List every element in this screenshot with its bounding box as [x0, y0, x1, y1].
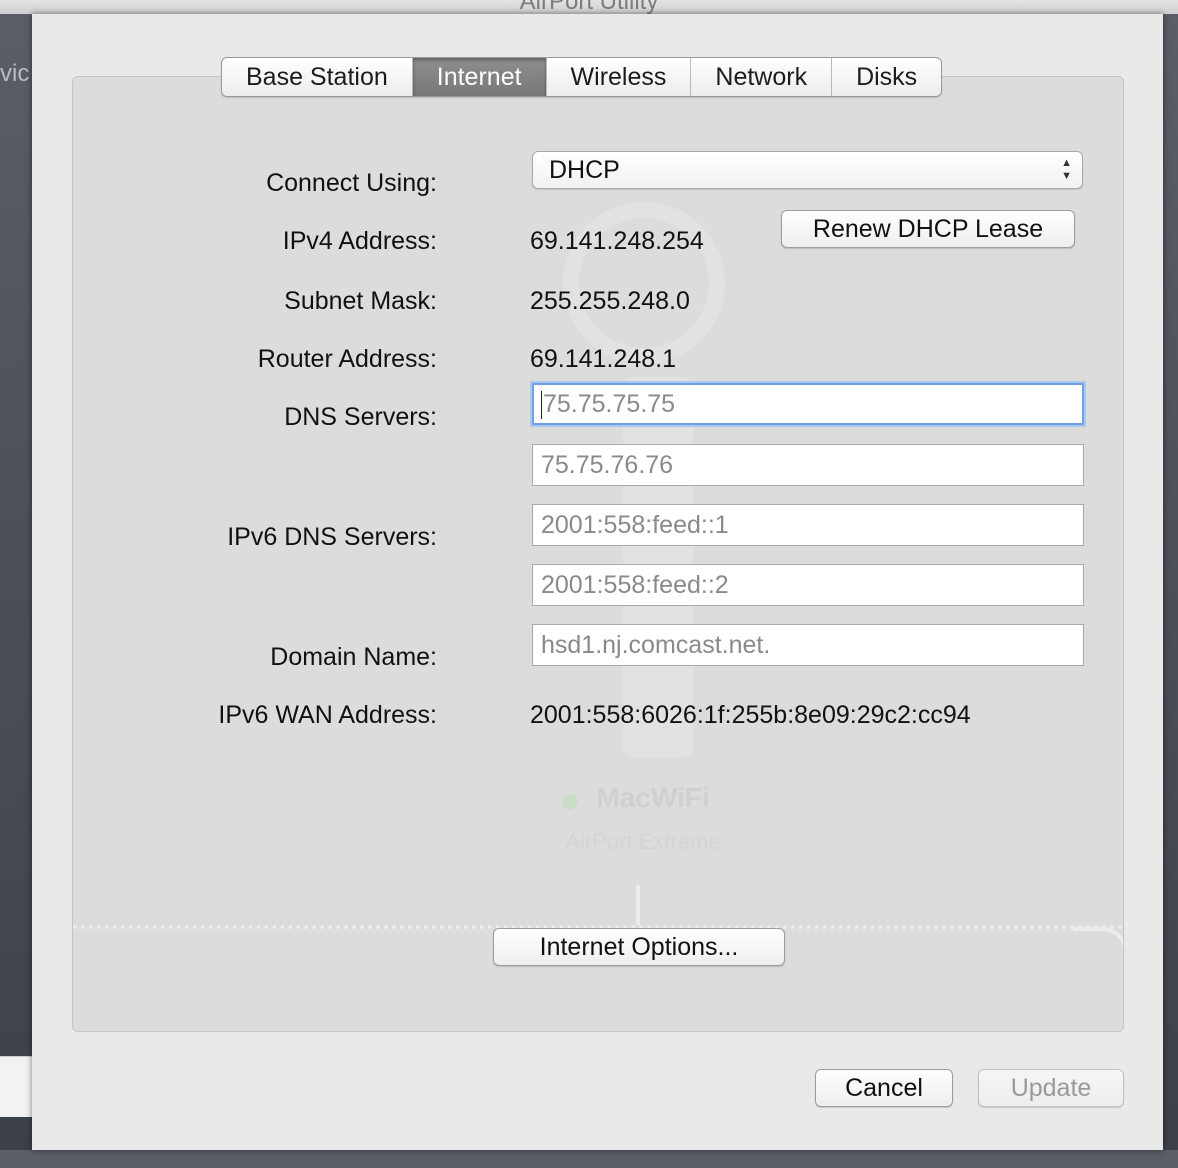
ipv6-dns-server-1-field[interactable]: 2001:558:feed::1: [532, 504, 1084, 546]
sidebar-label-fragment: vic: [0, 60, 30, 87]
tab-wireless[interactable]: Wireless: [547, 58, 692, 96]
router-address-label: Router Address:: [257, 345, 437, 373]
connect-using-label: Connect Using:: [266, 169, 437, 197]
background-link-corner: [1073, 927, 1123, 981]
dns-server-1-field[interactable]: 75.75.75.75: [532, 383, 1084, 425]
connect-using-select[interactable]: DHCP ▲ ▼: [532, 151, 1083, 189]
tab-base-station[interactable]: Base Station: [222, 58, 413, 96]
renew-dhcp-lease-button[interactable]: Renew DHCP Lease: [781, 210, 1075, 248]
window-title-bar: AirPort Utility: [0, 0, 1178, 15]
updown-arrows-icon: ▲ ▼: [1061, 157, 1072, 182]
subnet-mask-label: Subnet Mask:: [284, 287, 437, 315]
domain-name-label: Domain Name:: [270, 643, 437, 671]
internet-options-button[interactable]: Internet Options...: [493, 928, 785, 966]
ipv6-dns-server-2-value: 2001:558:feed::2: [541, 571, 729, 599]
tab-internet[interactable]: Internet: [412, 58, 547, 96]
ipv6-dns-server-1-value: 2001:558:feed::1: [541, 511, 729, 539]
ipv6-dns-server-2-field[interactable]: 2001:558:feed::2: [532, 564, 1084, 606]
dns-server-2-value: 75.75.76.76: [541, 451, 674, 479]
background-device-model: AirPort Extreme: [565, 829, 721, 854]
dns-server-1-value: 75.75.75.75: [543, 390, 676, 418]
ipv6-dns-servers-label: IPv6 DNS Servers:: [227, 523, 437, 551]
tab-content-box: MacWiFi AirPort Extreme Connect Using: D…: [72, 76, 1124, 1032]
background-connector: [636, 885, 640, 925]
update-button[interactable]: Update: [978, 1069, 1124, 1107]
ipv6-wan-address-value: 2001:558:6026:1f:255b:8e09:29c2:cc94: [530, 701, 971, 729]
ipv6-wan-address-label: IPv6 WAN Address:: [218, 701, 437, 729]
domain-name-value: hsd1.nj.comcast.net.: [541, 631, 771, 659]
subnet-mask-value: 255.255.248.0: [530, 287, 690, 315]
ipv4-address-label: IPv4 Address:: [282, 227, 437, 255]
connect-using-value: DHCP: [549, 156, 620, 184]
dns-server-2-field[interactable]: 75.75.76.76: [532, 444, 1084, 486]
domain-name-field[interactable]: hsd1.nj.comcast.net.: [532, 624, 1084, 666]
background-bottom-strip: [0, 1150, 1178, 1168]
tab-network[interactable]: Network: [691, 58, 833, 96]
router-address-value: 69.141.248.1: [530, 345, 676, 373]
background-device-name: MacWiFi: [596, 782, 710, 813]
tab-disks[interactable]: Disks: [832, 58, 941, 96]
dns-servers-label: DNS Servers:: [284, 403, 437, 431]
tab-bar: Base Station Internet Wireless Network D…: [221, 57, 943, 97]
ipv4-address-value: 69.141.248.254: [530, 227, 704, 255]
text-caret: [541, 391, 542, 420]
cancel-button[interactable]: Cancel: [815, 1069, 953, 1107]
settings-sheet: MacWiFi AirPort Extreme Connect Using: D…: [32, 14, 1163, 1150]
status-dot-icon: [562, 794, 578, 810]
